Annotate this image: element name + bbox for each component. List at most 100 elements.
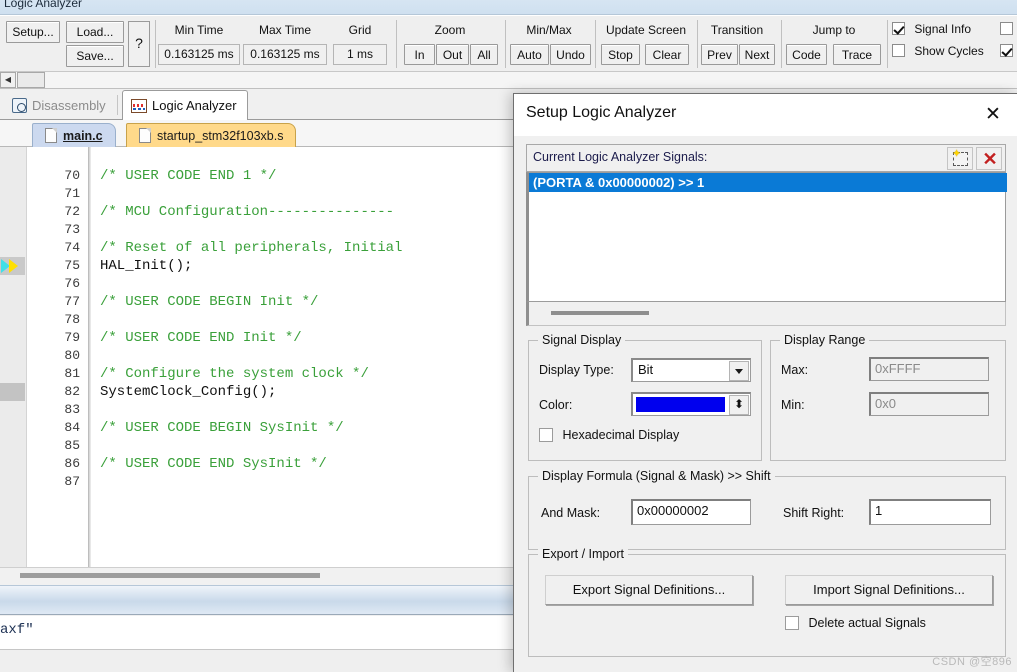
hexadecimal-display-checkbox[interactable] (539, 428, 553, 442)
line-number: 72 (64, 204, 80, 219)
grid-field[interactable]: 1 ms (333, 44, 387, 65)
min-max-undo-button[interactable]: Undo (550, 44, 591, 65)
tab-divider (117, 95, 118, 115)
code-line[interactable]: /* USER CODE BEGIN SysInit */ (100, 419, 344, 437)
code-line[interactable]: HAL_Init(); (100, 257, 192, 275)
signal-info-label: Signal Info (914, 22, 972, 36)
document-icon (45, 128, 57, 143)
delete-actual-signals-checkbox[interactable] (785, 616, 799, 630)
tab-disassembly[interactable]: Disassembly (4, 91, 116, 120)
display-formula-legend: Display Formula (Signal & Mask) >> Shift (538, 469, 775, 483)
logic-analyzer-title: Logic Analyzer (4, 0, 83, 10)
setup-button[interactable]: Setup... (6, 21, 60, 43)
new-signal-icon (952, 147, 968, 166)
update-screen-clear-button[interactable]: Clear (645, 44, 689, 65)
max-field[interactable]: 0xFFFF (869, 357, 989, 381)
line-number: 70 (64, 168, 80, 183)
jump-to-code-button[interactable]: Code (786, 44, 827, 65)
dialog-title: Setup Logic Analyzer (526, 104, 677, 121)
code-line[interactable]: /* Reset of all peripherals, Initial (100, 239, 402, 257)
new-signal-button[interactable] (947, 147, 973, 170)
code-line[interactable]: /* Configure the system clock */ (100, 365, 369, 383)
line-number: 85 (64, 438, 80, 453)
document-icon (139, 128, 151, 143)
help-button[interactable]: ? (128, 21, 150, 67)
transition-prev-button[interactable]: Prev (701, 44, 738, 65)
display-type-combobox[interactable]: Bit (631, 358, 751, 382)
code-line[interactable]: /* USER CODE END SysInit */ (100, 455, 327, 473)
editor-hscroll-thumb[interactable] (20, 573, 320, 578)
file-tab-main-c[interactable]: main.c (32, 123, 116, 147)
load-button[interactable]: Load... (66, 21, 124, 43)
extra-checkbox-row-1[interactable] (1000, 22, 1013, 36)
list-item[interactable]: (PORTA & 0x00000002) >> 1 (529, 173, 1007, 192)
signal-display-legend: Signal Display (538, 333, 626, 347)
color-picker[interactable]: ⬍ (631, 392, 751, 416)
signal-info-checkbox[interactable] (892, 22, 905, 35)
extra-checkbox-2[interactable] (1000, 44, 1013, 57)
close-icon[interactable]: ✕ (978, 102, 1008, 128)
file-tab-startup-s-label: startup_stm32f103xb.s (157, 128, 284, 143)
max-time-field[interactable]: 0.163125 ms (243, 44, 327, 65)
shift-right-field[interactable]: 1 (869, 499, 991, 525)
hexadecimal-display-checkbox-row[interactable]: Hexadecimal Display (539, 428, 679, 442)
color-label: Color: (539, 398, 573, 412)
signals-listbox[interactable]: (PORTA & 0x00000002) >> 1 (526, 172, 1007, 302)
line-number: 76 (64, 276, 80, 291)
zoom-all-button[interactable]: All (470, 44, 498, 65)
show-cycles-checkbox-row[interactable]: Show Cycles (892, 44, 984, 58)
export-signal-definitions-button[interactable]: Export Signal Definitions... (545, 575, 753, 605)
update-screen-stop-button[interactable]: Stop (601, 44, 640, 65)
zoom-label: Zoom (434, 23, 466, 37)
save-button[interactable]: Save... (66, 45, 124, 67)
tab-logic-analyzer[interactable]: Logic Analyzer (122, 90, 248, 121)
watermark: CSDN @空896 (932, 656, 1012, 668)
signals-listbox-hscroll-thumb[interactable] (551, 311, 649, 315)
export-import-group: Export / Import Export Signal Definition… (528, 547, 1006, 657)
min-field[interactable]: 0x0 (869, 392, 989, 416)
display-type-value: Bit (638, 362, 654, 377)
logic-analyzer-horizontal-scrollbar[interactable]: ◀ (0, 72, 1017, 89)
export-import-legend: Export / Import (538, 547, 628, 561)
bookmark-marker (0, 383, 25, 401)
chevron-down-icon[interactable] (729, 361, 749, 381)
setup-logic-analyzer-dialog: Setup Logic Analyzer ✕ Current Logic Ana… (513, 93, 1017, 672)
signals-header-label: Current Logic Analyzer Signals: (533, 150, 708, 164)
code-line[interactable]: SystemClock_Config(); (100, 383, 276, 401)
min-max-label: Min/Max (526, 23, 572, 37)
file-tab-startup-s[interactable]: startup_stm32f103xb.s (126, 123, 297, 147)
code-line[interactable]: /* USER CODE END Init */ (100, 329, 302, 347)
line-number: 79 (64, 330, 80, 345)
extra-checkbox-row-2[interactable] (1000, 44, 1013, 58)
code-line[interactable]: /* USER CODE BEGIN Init */ (100, 293, 318, 311)
editor-gutter[interactable] (0, 147, 27, 567)
import-signal-definitions-button[interactable]: Import Signal Definitions... (785, 575, 993, 605)
signals-listbox-hscrollbar[interactable] (526, 302, 1006, 326)
tab-logic-analyzer-label: Logic Analyzer (152, 98, 237, 113)
code-line[interactable]: /* USER CODE END 1 */ (100, 167, 276, 185)
tab-disassembly-label: Disassembly (32, 98, 106, 113)
line-number: 82 (64, 384, 80, 399)
scroll-thumb[interactable] (17, 72, 45, 88)
min-time-field[interactable]: 0.163125 ms (158, 44, 240, 65)
color-dropdown-icon[interactable]: ⬍ (729, 395, 749, 415)
program-counter-marker (0, 257, 25, 275)
zoom-out-button[interactable]: Out (436, 44, 469, 65)
line-number: 71 (64, 186, 80, 201)
jump-to-trace-button[interactable]: Trace (833, 44, 881, 65)
show-cycles-checkbox[interactable] (892, 44, 905, 57)
signal-info-checkbox-row[interactable]: Signal Info (892, 22, 971, 36)
code-line[interactable]: /* MCU Configuration--------------- (100, 203, 394, 221)
line-number: 84 (64, 420, 80, 435)
zoom-in-button[interactable]: In (404, 44, 435, 65)
extra-checkbox-1[interactable] (1000, 22, 1013, 35)
display-formula-group: Display Formula (Signal & Mask) >> Shift… (528, 469, 1006, 550)
and-mask-field[interactable]: 0x00000002 (631, 499, 751, 525)
scroll-left-arrow-icon[interactable]: ◀ (0, 72, 16, 88)
display-range-legend: Display Range (780, 333, 870, 347)
delete-signal-button[interactable]: ✕ (976, 147, 1002, 170)
min-max-auto-button[interactable]: Auto (510, 44, 549, 65)
hexadecimal-display-label: Hexadecimal Display (562, 428, 680, 442)
delete-actual-signals-checkbox-row[interactable]: Delete actual Signals (785, 616, 926, 630)
transition-next-button[interactable]: Next (739, 44, 775, 65)
